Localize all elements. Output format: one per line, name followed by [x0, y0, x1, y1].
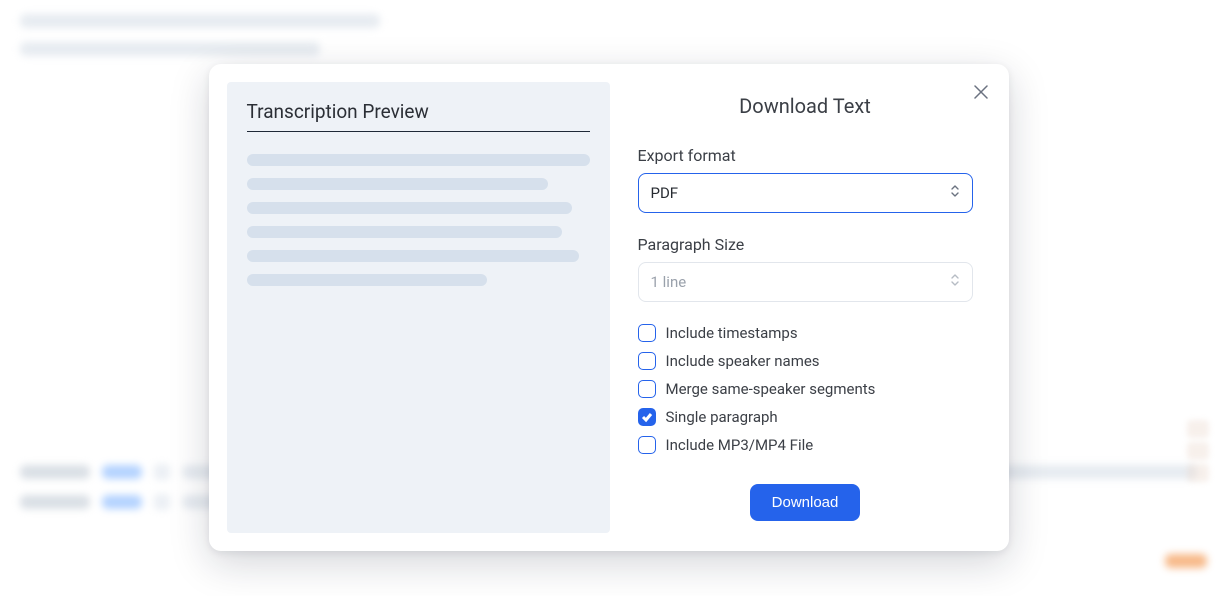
checkbox: [638, 324, 656, 342]
preview-skeleton-line: [247, 178, 549, 190]
option-label: Include MP3/MP4 File: [666, 436, 814, 454]
preview-skeleton-line: [247, 274, 487, 286]
paragraph-size-select[interactable]: 1 line: [638, 262, 973, 302]
close-button[interactable]: [969, 80, 993, 104]
option-label: Include speaker names: [666, 352, 820, 370]
preview-skeleton-line: [247, 250, 580, 262]
preview-skeleton-line: [247, 154, 590, 166]
export-format-label: Export format: [638, 146, 973, 165]
option-single-paragraph[interactable]: Single paragraph: [638, 408, 973, 426]
export-options: Include timestamps Include speaker names…: [638, 324, 973, 454]
modal-overlay: Transcription Preview Download Text Expo…: [0, 0, 1217, 596]
option-include-media-file[interactable]: Include MP3/MP4 File: [638, 436, 973, 454]
export-format-select[interactable]: PDF: [638, 173, 973, 213]
close-icon: [974, 85, 988, 99]
checkbox: [638, 352, 656, 370]
checkbox: [638, 436, 656, 454]
option-include-speaker-names[interactable]: Include speaker names: [638, 352, 973, 370]
download-text-modal: Transcription Preview Download Text Expo…: [209, 64, 1009, 551]
paragraph-size-value: 1 line: [651, 273, 687, 291]
preview-skeleton-line: [247, 226, 563, 238]
paragraph-size-label: Paragraph Size: [638, 235, 973, 254]
option-merge-same-speaker[interactable]: Merge same-speaker segments: [638, 380, 973, 398]
export-format-value: PDF: [651, 184, 679, 202]
option-label: Merge same-speaker segments: [666, 380, 876, 398]
checkbox: [638, 408, 656, 426]
download-button[interactable]: Download: [750, 484, 861, 521]
option-label: Include timestamps: [666, 324, 798, 342]
option-include-timestamps[interactable]: Include timestamps: [638, 324, 973, 342]
checkbox: [638, 380, 656, 398]
chevron-up-down-icon: [950, 184, 960, 202]
preview-title: Transcription Preview: [247, 100, 590, 132]
preview-skeleton-line: [247, 202, 573, 214]
option-label: Single paragraph: [666, 408, 778, 426]
chevron-up-down-icon: [950, 273, 960, 291]
download-form: Download Text Export format PDF Paragrap…: [610, 64, 1009, 551]
modal-title: Download Text: [638, 94, 973, 118]
transcription-preview-pane: Transcription Preview: [227, 82, 610, 533]
